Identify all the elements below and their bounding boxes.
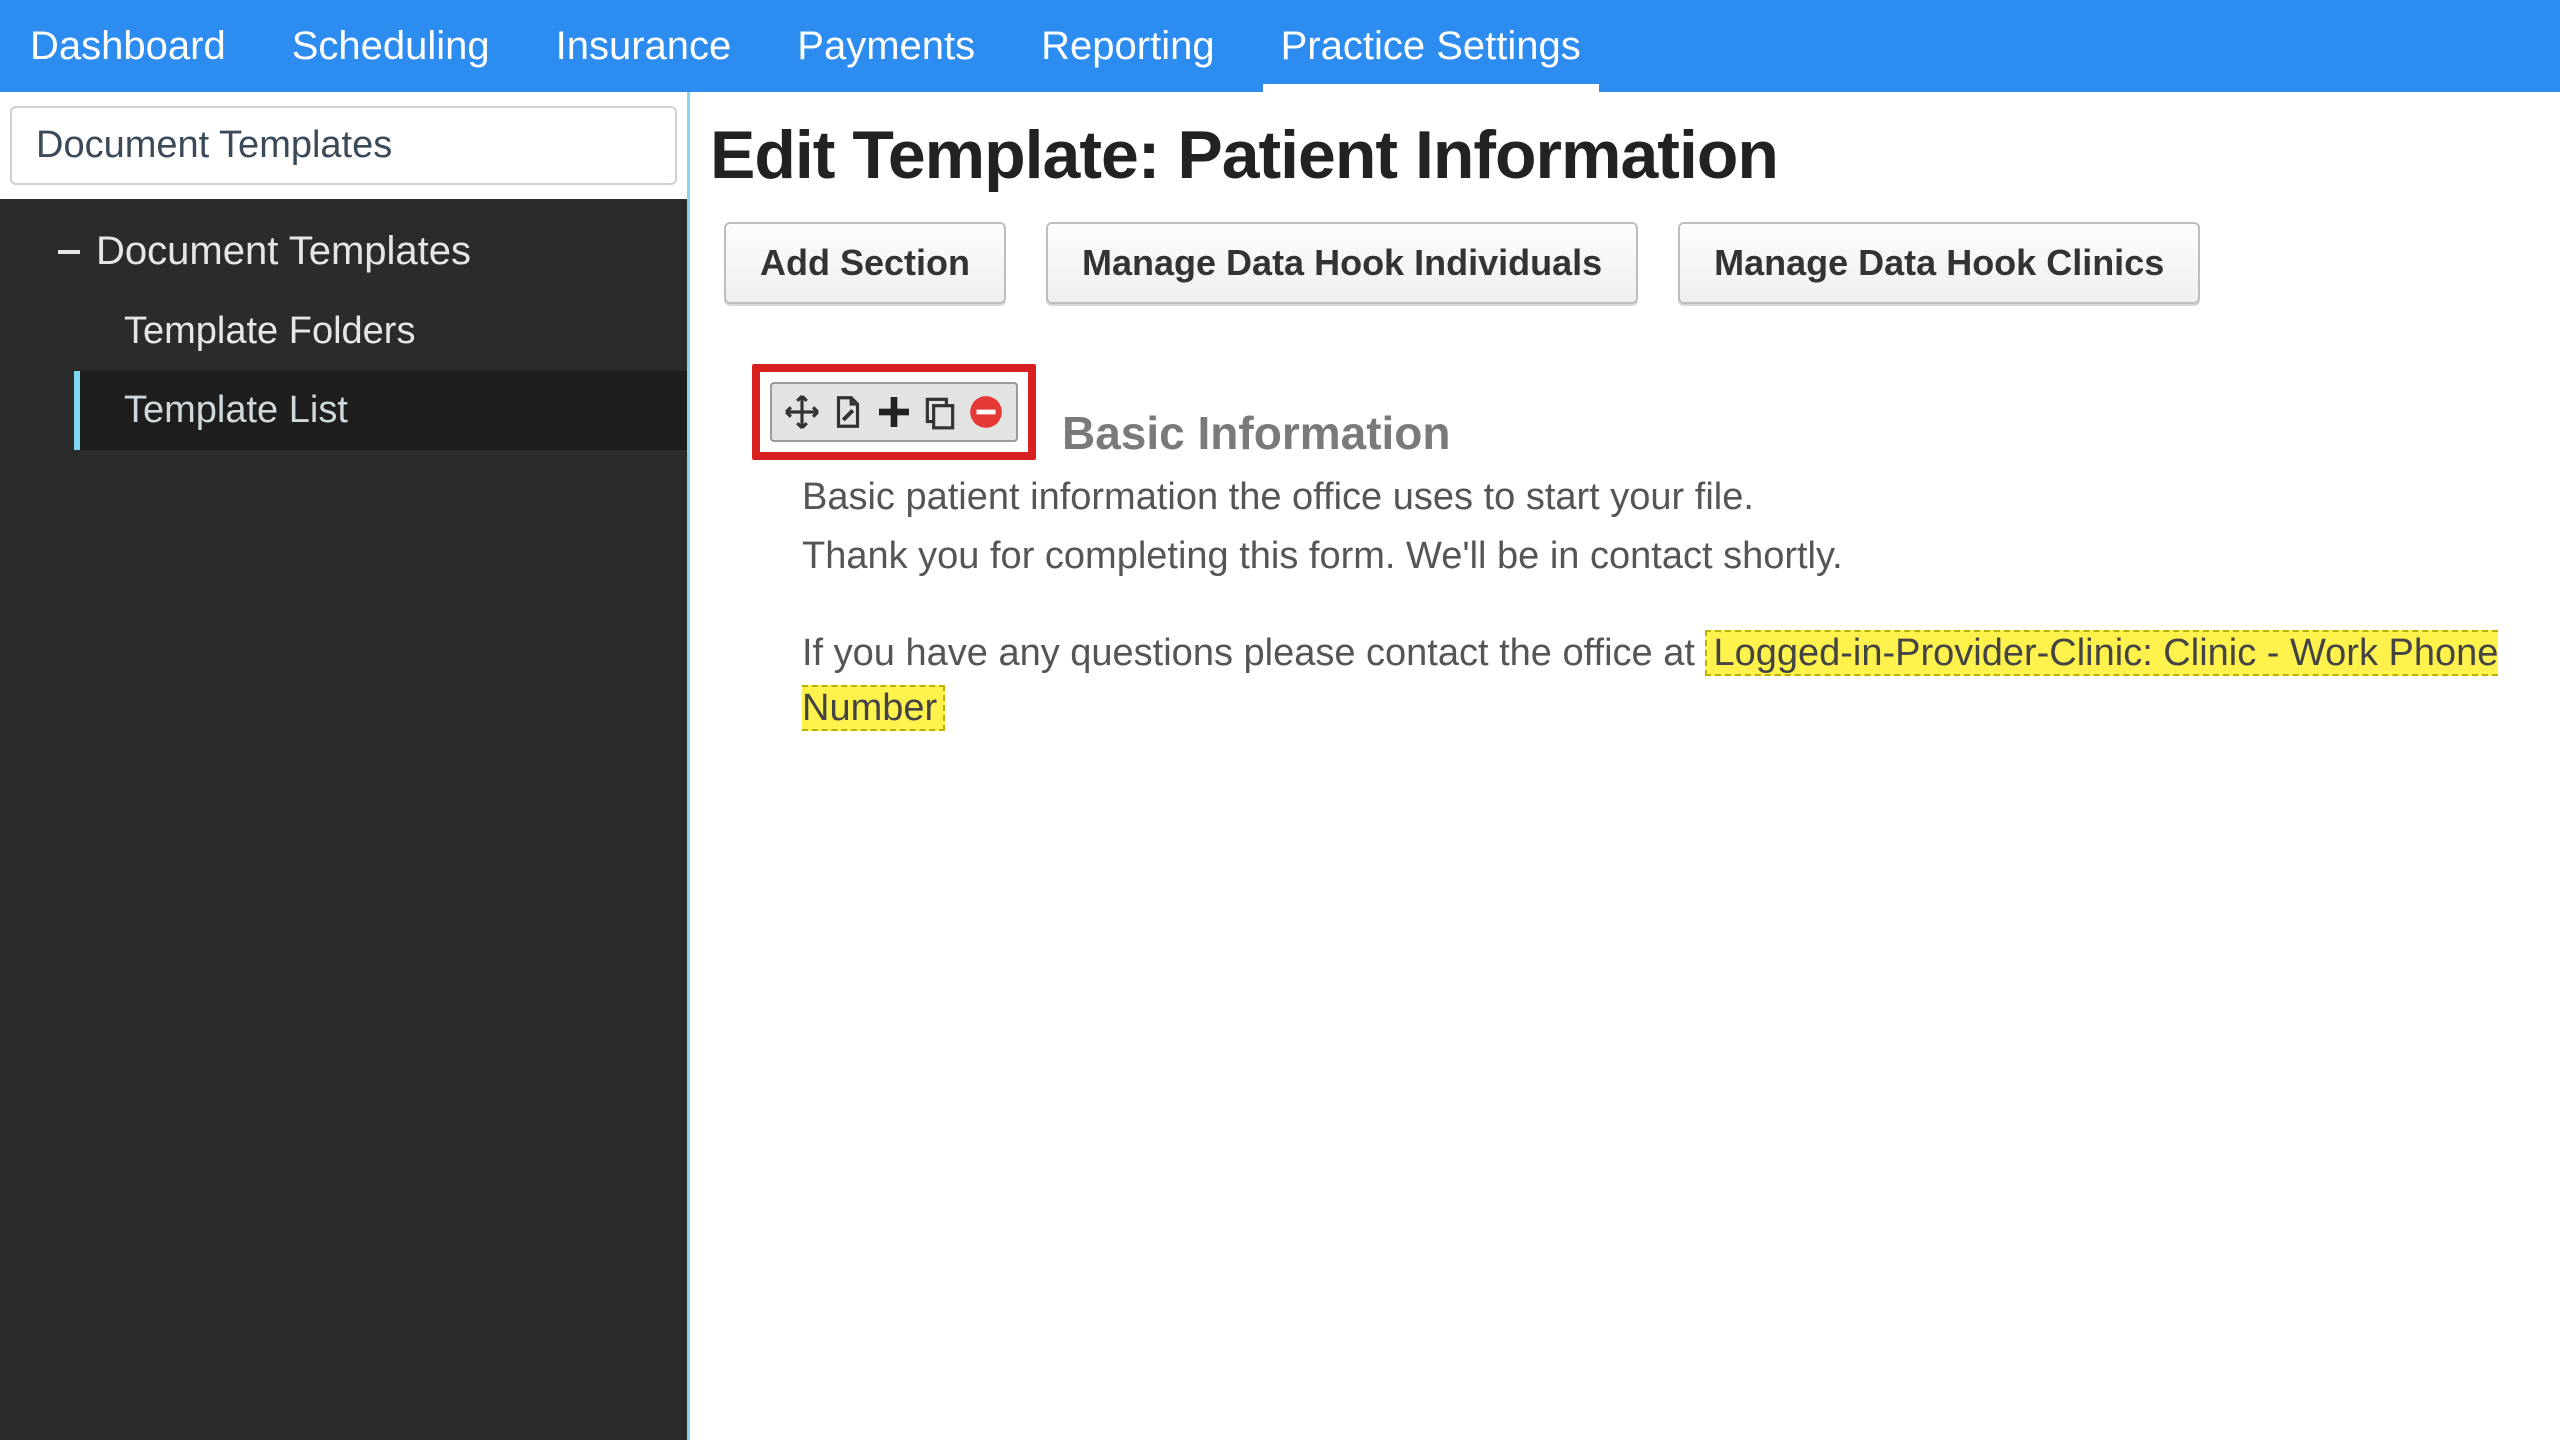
manage-clinics-button[interactable]: Manage Data Hook Clinics	[1678, 222, 2200, 304]
section-line-1: Basic patient information the office use…	[802, 470, 2540, 525]
move-icon[interactable]	[780, 390, 824, 434]
section-basic-information: Basic Information Basic patient informat…	[752, 364, 2540, 736]
section-line-3: If you have any questions please contact…	[802, 626, 2540, 736]
action-button-row: Add Section Manage Data Hook Individuals…	[724, 222, 2540, 304]
nav-practice-settings[interactable]: Practice Settings	[1263, 0, 1599, 92]
section-body: Basic patient information the office use…	[802, 470, 2540, 736]
nav-reporting[interactable]: Reporting	[1023, 0, 1232, 92]
sidebar-header-wrap: Document Templates	[0, 92, 687, 199]
section-line-2: Thank you for completing this form. We'l…	[802, 529, 2540, 584]
sidebar-header[interactable]: Document Templates	[10, 106, 677, 185]
plus-icon[interactable]	[872, 390, 916, 434]
section-line-3-prefix: If you have any questions please contact…	[802, 632, 1705, 674]
nav-insurance[interactable]: Insurance	[538, 0, 750, 92]
nav-payments[interactable]: Payments	[779, 0, 993, 92]
nav-dashboard[interactable]: Dashboard	[12, 0, 244, 92]
section-toolbar	[770, 382, 1018, 442]
add-section-button[interactable]: Add Section	[724, 222, 1006, 304]
sidebar-group-document-templates[interactable]: Document Templates	[0, 211, 687, 292]
page-edit-icon[interactable]	[826, 390, 870, 434]
page-title: Edit Template: Patient Information	[710, 116, 2540, 194]
minus-circle-icon[interactable]	[964, 390, 1008, 434]
sidebar-tree: Document Templates Template Folders Temp…	[0, 199, 687, 1440]
main-content: Edit Template: Patient Information Add S…	[690, 92, 2560, 1440]
section-toolbar-highlight	[752, 364, 1036, 460]
sidebar-item-template-list[interactable]: Template List	[74, 371, 687, 450]
section-title: Basic Information	[1062, 406, 1451, 460]
sidebar-item-template-folders[interactable]: Template Folders	[0, 292, 687, 371]
manage-individuals-button[interactable]: Manage Data Hook Individuals	[1046, 222, 1638, 304]
sidebar: Document Templates Document Templates Te…	[0, 92, 690, 1440]
top-nav: Dashboard Scheduling Insurance Payments …	[0, 0, 2560, 92]
copy-icon[interactable]	[918, 390, 962, 434]
collapse-icon	[58, 250, 80, 254]
nav-scheduling[interactable]: Scheduling	[274, 0, 508, 92]
sidebar-group-label: Document Templates	[96, 229, 471, 274]
